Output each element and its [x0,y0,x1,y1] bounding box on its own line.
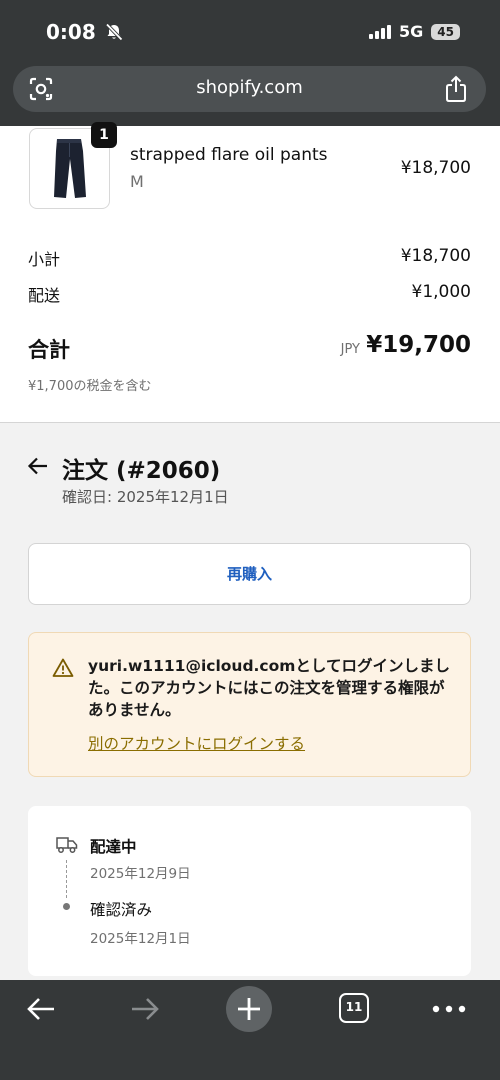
timeline-item-title: 確認済み [90,901,153,919]
tab-switcher-button[interactable]: 11 [339,993,369,1023]
timeline-item-title: 配達中 [90,838,137,856]
timeline-dot [63,903,70,910]
warning-icon [52,658,74,677]
login-other-account-link[interactable]: 別のアカウントにログインする [88,732,305,754]
timeline-connector [66,860,67,898]
browser-toolbar: 11 [0,980,500,1080]
share-icon[interactable] [444,75,468,103]
url-text[interactable]: shopify.com [13,77,486,98]
login-warning-banner: yuri.w1111@icloud.comとしてログインしました。このアカウント… [28,632,471,777]
total-value: ¥19,700 [366,332,471,358]
forward-icon[interactable] [130,996,160,1022]
plus-icon [238,998,260,1020]
bell-muted-icon [105,23,123,41]
status-time-group: 0:08 [46,20,124,44]
order-summary: 1 strapped flare oil pants M ¥18,700 小計 … [0,122,500,423]
battery-icon: 45 [431,23,460,40]
url-bar[interactable]: shopify.com [13,66,486,112]
total-currency: JPY [340,342,360,357]
delivery-timeline: 配達中 2025年12月9日 確認済み 2025年12月1日 [28,806,471,976]
timeline-item-date: 2025年12月9日 [90,866,191,882]
back-icon[interactable] [26,996,56,1022]
tax-note: ¥1,700の税金を含む [28,379,152,394]
timeline-item-date: 2025年12月1日 [90,931,191,947]
order-title: 注文 (#2060) [62,458,221,484]
status-indicators: 5G 45 [369,22,460,41]
product-variant: M [130,172,144,191]
total-label: 合計 [28,338,70,362]
subtotal-value: ¥18,700 [400,246,471,266]
delivery-truck-icon [56,837,78,853]
quantity-badge: 1 [91,122,117,148]
back-arrow-icon[interactable] [27,455,49,477]
product-price: ¥18,700 [400,158,471,178]
order-confirmed-date: 確認日: 2025年12月1日 [62,488,229,506]
status-time: 0:08 [46,20,96,44]
buy-again-button[interactable]: 再購入 [28,543,471,605]
browser-url-area: shopify.com [0,66,500,126]
warning-message: yuri.w1111@icloud.comとしてログインしました。このアカウント… [88,657,450,719]
product-name: strapped flare oil pants [130,145,328,165]
more-menu-icon[interactable] [432,1005,466,1013]
shipping-label: 配送 [28,286,61,305]
status-bar: 0:08 5G 45 [0,0,500,66]
shipping-value: ¥1,000 [411,282,471,302]
network-label: 5G [399,22,424,41]
new-tab-button[interactable] [226,986,272,1032]
subtotal-label: 小計 [28,250,61,269]
signal-icon [369,24,392,39]
